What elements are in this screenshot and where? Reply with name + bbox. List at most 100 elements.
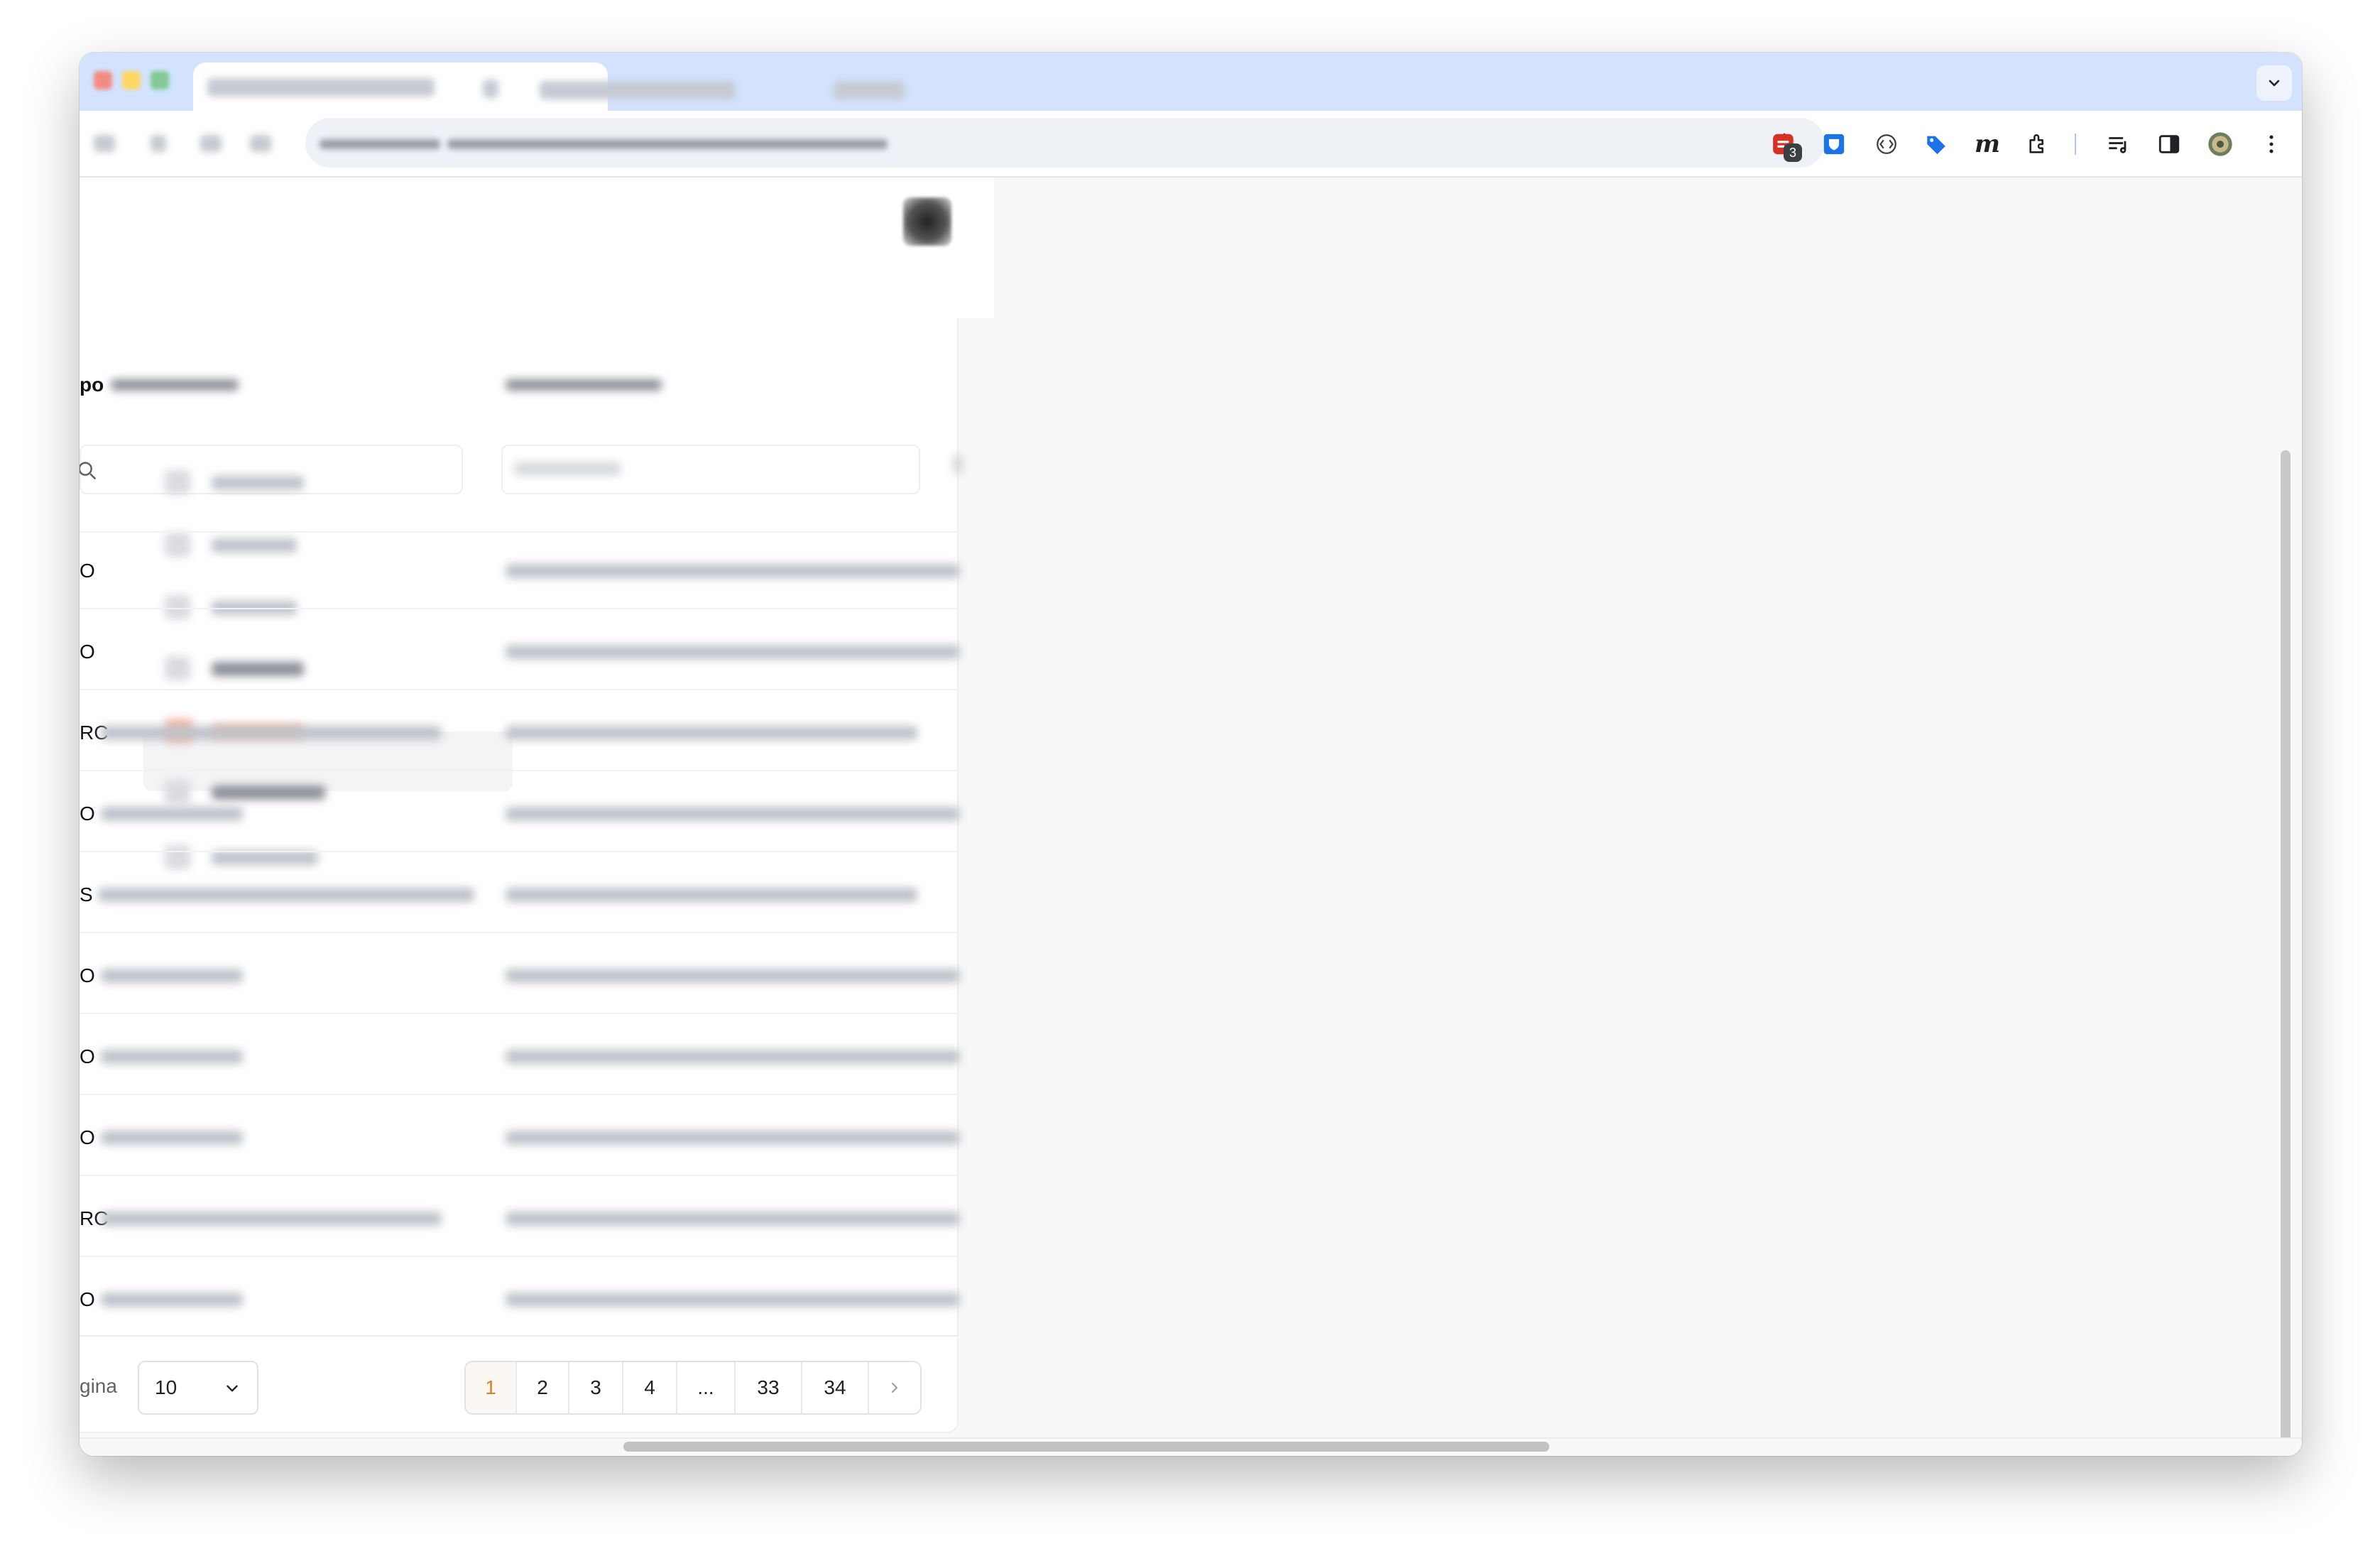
table-cell-blurred bbox=[101, 969, 243, 983]
table-row-edge: O bbox=[80, 1045, 95, 1067]
table-row-edge: O bbox=[80, 1288, 95, 1310]
chevron-right-icon bbox=[891, 1382, 898, 1393]
menu-item-icon bbox=[165, 780, 190, 804]
table-cell-blurred bbox=[506, 1293, 960, 1307]
row-separator bbox=[80, 1094, 959, 1095]
close-window-button[interactable] bbox=[94, 71, 112, 89]
table-row-edge: O bbox=[80, 560, 95, 582]
back-icon[interactable] bbox=[94, 135, 115, 152]
row-separator bbox=[80, 1256, 959, 1257]
menu-item-label-blurred[interactable] bbox=[212, 476, 304, 490]
filter-placeholder-blurred bbox=[514, 462, 621, 476]
row-separator bbox=[80, 1013, 959, 1014]
horizontal-scrollbar[interactable] bbox=[623, 1442, 1549, 1452]
address-bar[interactable] bbox=[305, 118, 1825, 168]
toolbar-separator bbox=[2075, 134, 2076, 155]
menu-item-label-blurred[interactable] bbox=[212, 662, 304, 676]
home-icon[interactable] bbox=[250, 135, 271, 152]
table-cell-blurred bbox=[506, 726, 917, 740]
menu-item-label-blurred[interactable] bbox=[212, 538, 297, 553]
page-button-34[interactable]: 34 bbox=[802, 1362, 869, 1413]
menu-item-icon bbox=[165, 656, 190, 680]
page-button-3[interactable]: 3 bbox=[569, 1362, 623, 1413]
forward-icon[interactable] bbox=[151, 135, 166, 152]
table-header-edge: po bbox=[80, 374, 104, 396]
side-panel-icon[interactable] bbox=[2153, 128, 2185, 161]
url-prefix-blurred bbox=[320, 139, 440, 149]
row-separator bbox=[80, 608, 959, 609]
app-header bbox=[80, 178, 994, 318]
browser-window: 3 m po O O RC O S O O O RC O gina 10 1 2… bbox=[80, 53, 2302, 1456]
row-separator bbox=[80, 770, 959, 771]
page-button-1[interactable]: 1 bbox=[466, 1362, 517, 1413]
per-page-label: gina bbox=[80, 1375, 117, 1397]
side-menu-item-active[interactable] bbox=[143, 731, 513, 791]
menu-item-icon bbox=[165, 595, 190, 619]
table-cell-blurred bbox=[506, 888, 917, 902]
tab-inactive-icons-blurred[interactable] bbox=[834, 81, 905, 99]
vertical-scrollbar[interactable] bbox=[2281, 450, 2291, 1456]
puzzle-extensions-icon[interactable] bbox=[2022, 128, 2055, 161]
table-cell-blurred bbox=[101, 1212, 442, 1226]
table-cell-blurred bbox=[101, 726, 442, 740]
tab-close-icon[interactable] bbox=[483, 80, 498, 98]
reload-icon[interactable] bbox=[200, 135, 222, 152]
tab-strip bbox=[80, 53, 2302, 115]
row-separator bbox=[80, 531, 959, 533]
page-button-33[interactable]: 33 bbox=[736, 1362, 802, 1413]
table-cell-blurred bbox=[506, 1131, 960, 1145]
page-ellipsis: ... bbox=[677, 1362, 736, 1413]
profile-avatar[interactable] bbox=[2204, 128, 2237, 161]
reading-list-icon[interactable] bbox=[2102, 128, 2134, 161]
menu-item-label-blurred[interactable] bbox=[212, 785, 325, 800]
page-content: po O O RC O S O O O RC O gina 10 1 2 3 4… bbox=[80, 178, 2302, 1456]
table-cell-blurred bbox=[506, 1050, 960, 1064]
tab-inactive-title-blurred[interactable] bbox=[540, 81, 736, 99]
extension-badge: 3 bbox=[1784, 143, 1802, 162]
more-menu-icon[interactable] bbox=[2255, 128, 2288, 161]
page-button-2[interactable]: 2 bbox=[517, 1362, 569, 1413]
row-separator bbox=[80, 689, 959, 690]
table-row-edge: O bbox=[80, 1126, 95, 1148]
menu-item-icon bbox=[165, 470, 190, 494]
table-cell-blurred bbox=[506, 564, 960, 578]
tab-search-button[interactable] bbox=[2256, 65, 2292, 101]
per-page-value: 10 bbox=[155, 1376, 178, 1398]
table-row-edge: O bbox=[80, 641, 95, 663]
table-cell-blurred bbox=[506, 807, 960, 821]
next-page-button[interactable] bbox=[869, 1362, 920, 1413]
table-cell-blurred bbox=[101, 807, 243, 821]
user-avatar[interactable] bbox=[903, 197, 951, 246]
menu-scroll-indicator bbox=[953, 455, 963, 474]
code-bracket-icon[interactable] bbox=[1870, 128, 1903, 161]
extensions-area: 3 m bbox=[1768, 128, 2302, 162]
column-header-blurred bbox=[506, 379, 662, 391]
todo-extension-icon[interactable]: 3 bbox=[1768, 128, 1802, 162]
tag-icon[interactable] bbox=[1920, 128, 1953, 161]
pagination: 1 2 3 4 ... 33 34 bbox=[464, 1361, 922, 1415]
menu-item-icon bbox=[165, 533, 190, 557]
chevron-down-icon bbox=[2269, 80, 2280, 87]
m-letter-icon[interactable]: m bbox=[1971, 128, 2004, 161]
table-row-edge: O bbox=[80, 964, 95, 986]
chevron-down-icon bbox=[226, 1385, 238, 1392]
row-separator bbox=[80, 851, 959, 852]
table-cell-blurred bbox=[98, 888, 474, 902]
menu-item-label-blurred[interactable] bbox=[212, 851, 318, 865]
row-separator bbox=[80, 932, 959, 933]
menu-item-icon bbox=[165, 845, 190, 869]
desktop: 3 m po O O RC O S O O O RC O gina 10 1 2… bbox=[0, 0, 2380, 1561]
column-header-blurred bbox=[111, 379, 239, 391]
data-table: po O O RC O S O O O RC O gina 10 1 2 3 4… bbox=[80, 318, 963, 1433]
minimize-window-button[interactable] bbox=[122, 71, 141, 89]
bitwarden-icon[interactable] bbox=[1818, 128, 1850, 161]
table-cell-blurred bbox=[101, 1050, 243, 1064]
search-icon bbox=[80, 462, 97, 480]
table-row-edge: O bbox=[80, 803, 95, 825]
page-button-4[interactable]: 4 bbox=[623, 1362, 677, 1413]
table-footer-divider bbox=[80, 1335, 959, 1337]
maximize-window-button[interactable] bbox=[151, 71, 169, 89]
per-page-select[interactable]: 10 bbox=[138, 1361, 258, 1415]
table-cell-blurred bbox=[101, 1293, 243, 1307]
row-separator bbox=[80, 1175, 959, 1176]
